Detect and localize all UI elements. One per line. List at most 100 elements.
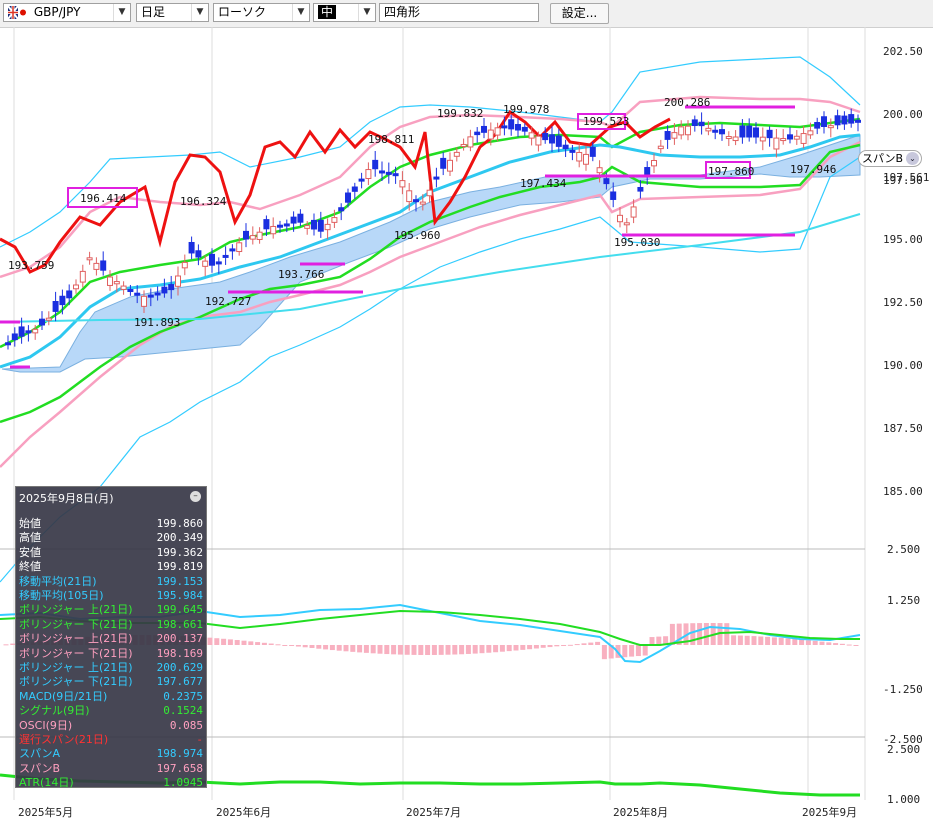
candle-body — [753, 127, 759, 138]
info-row-value: 199.362 — [156, 545, 203, 559]
candle-body — [195, 250, 202, 258]
chevron-down-icon[interactable]: ▼ — [191, 4, 208, 21]
settings-button[interactable]: 設定... — [550, 3, 609, 24]
candle-body — [406, 190, 413, 203]
info-row-value: 1.0945 — [163, 776, 203, 790]
timeframe-select[interactable]: 日足 ▼ — [136, 3, 209, 22]
candle-body — [725, 136, 732, 140]
candle-body — [759, 136, 766, 142]
info-row-label: ATR(14日) — [19, 776, 74, 790]
macd-bar — [282, 645, 288, 646]
y-tick-label: 202.50 — [883, 45, 923, 58]
candle-body — [32, 328, 39, 334]
macd-bar — [363, 645, 369, 653]
candle-body — [39, 318, 45, 326]
macd-bar — [833, 643, 839, 645]
minimize-icon[interactable]: – — [190, 491, 201, 502]
candle-body — [766, 129, 773, 139]
macd-bar — [785, 638, 791, 645]
candle-body — [841, 115, 848, 125]
drawing-tool-field[interactable]: 四角形 — [379, 3, 539, 22]
candle-body — [467, 136, 474, 148]
candle-body — [249, 235, 256, 240]
candle-body — [154, 292, 161, 296]
price-annotation: 191.893 — [134, 316, 181, 329]
candle-body — [821, 116, 827, 128]
candle-body — [215, 261, 222, 265]
macd-bar — [336, 645, 342, 651]
chevron-down-icon[interactable]: ▼ — [358, 4, 375, 21]
x-tick-label: 2025年6月 — [216, 806, 272, 819]
symbol-label: GBP/JPY — [33, 5, 81, 19]
candle-body — [678, 126, 685, 136]
candle-body — [562, 144, 569, 150]
macd-bar — [533, 645, 539, 649]
chevron-down-icon[interactable]: ▼ — [292, 4, 309, 21]
macd-bar — [853, 645, 859, 646]
drawing-tool-label: 四角形 — [384, 5, 421, 19]
candle-body — [712, 129, 719, 133]
candle-body — [474, 131, 481, 136]
line-width-select[interactable]: 中 ▼ — [313, 3, 376, 22]
price-annotation: 196.414 — [80, 192, 127, 205]
candle-body — [419, 201, 426, 205]
candle-body — [100, 260, 107, 271]
info-row-value: 200.349 — [156, 531, 203, 545]
price-annotation: 197.860 — [708, 165, 755, 178]
y-tick-label: 1.250 — [887, 594, 921, 607]
macd-bar — [812, 640, 818, 645]
macd-bar — [438, 645, 444, 655]
candle-body — [555, 135, 562, 147]
info-row-value: 197.677 — [156, 675, 203, 689]
candle-body — [229, 248, 236, 252]
info-row: 終値 199.819 — [19, 560, 203, 574]
macd-bar — [771, 637, 777, 645]
candle-body — [188, 241, 195, 254]
info-row-label: OSCI(9日) — [19, 718, 73, 732]
candle-body — [800, 133, 807, 144]
candle-body — [691, 119, 698, 127]
macd-bar — [751, 636, 757, 645]
price-annotation: 196.324 — [180, 195, 227, 208]
info-row-value: 199.153 — [156, 574, 203, 588]
data-window[interactable]: 2025年9月8日(月) – 始値 199.860 高値 200.349 安値 199.3… — [15, 486, 207, 790]
info-row-value: 195.984 — [156, 589, 203, 602]
x-tick-label: 2025年8月 — [613, 806, 669, 819]
info-row-label: ボリンジャー 下(21日) — [19, 617, 133, 631]
chevron-down-icon[interactable]: ⌄ — [906, 152, 919, 165]
span-b-label: スパンB — [862, 152, 904, 165]
candle-body — [25, 330, 32, 334]
candle-body — [460, 143, 467, 147]
candle-body — [297, 213, 304, 223]
info-row: MACD(9日/21日) 0.2375 — [19, 690, 203, 704]
candle-body — [236, 242, 243, 253]
macd-bar — [452, 645, 458, 655]
info-row: 移動平均(21日) 199.153 — [19, 575, 203, 589]
info-row-label: 終値 — [19, 560, 41, 574]
y-tick-label: -1.250 — [883, 683, 923, 696]
candle-body — [358, 178, 365, 182]
macd-bar — [255, 642, 261, 645]
candle-body — [345, 192, 351, 203]
macd-bar — [839, 643, 845, 645]
info-row-label: スパンA — [19, 747, 61, 761]
candle-body — [107, 276, 113, 286]
macd-bar — [316, 645, 322, 649]
candle-body — [18, 326, 25, 337]
price-annotation: 193.766 — [278, 268, 325, 281]
macd-bar — [411, 645, 417, 655]
chevron-down-icon[interactable]: ▼ — [113, 4, 130, 21]
symbol-select[interactable]: GBP/JPY ▼ — [3, 3, 131, 22]
chart-type-select[interactable]: ローソク ▼ — [213, 3, 310, 22]
span-b-tag[interactable]: スパンB ⌄ — [858, 150, 922, 167]
y-tick-label: 190.00 — [883, 359, 923, 372]
candle-body — [501, 125, 508, 129]
macd-bar — [268, 643, 274, 645]
price-annotation: 193.759 — [8, 259, 55, 272]
macd-bar — [343, 645, 349, 652]
info-row-label: 始値 — [19, 517, 41, 530]
candle-body — [827, 125, 834, 129]
candle-body — [453, 151, 460, 157]
candle-body — [290, 216, 297, 224]
macd-bar — [561, 645, 567, 646]
